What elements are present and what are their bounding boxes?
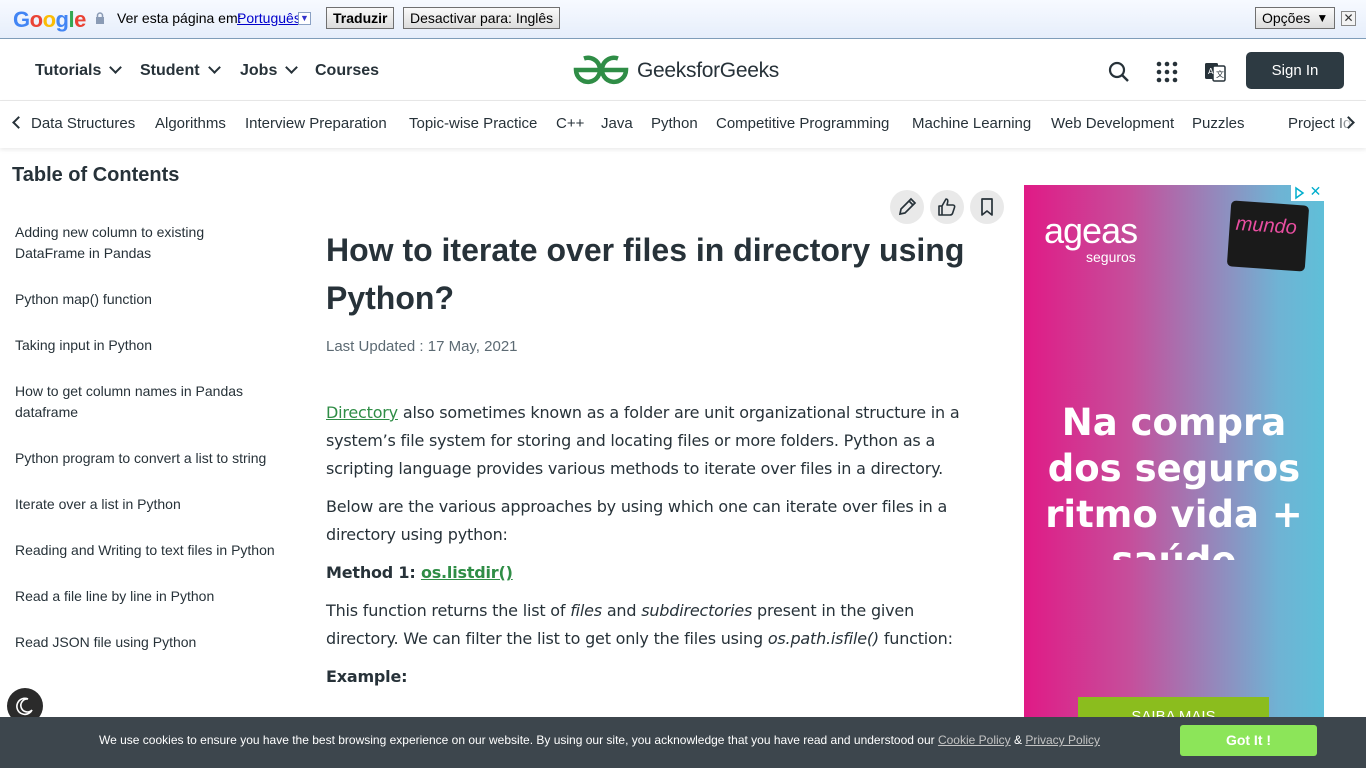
close-translate-button[interactable]: ✕ xyxy=(1341,11,1356,26)
topic-competitive-programming[interactable]: Competitive Programming xyxy=(716,115,889,132)
lock-icon xyxy=(96,12,104,24)
logo-text[interactable]: GeeksforGeeks xyxy=(637,59,779,83)
translate-button[interactable]: Traduzir xyxy=(326,7,395,29)
paragraph-text: and xyxy=(601,601,642,620)
cookie-amp: & xyxy=(1010,733,1026,747)
privacy-policy-link[interactable]: Privacy Policy xyxy=(1025,733,1100,747)
scroll-left-icon[interactable] xyxy=(12,116,25,129)
nav-tutorials[interactable]: Tutorials xyxy=(35,61,123,80)
topic-topic-wise-practice[interactable]: Topic-wise Practice xyxy=(409,115,537,132)
topic-web-development[interactable]: Web Development xyxy=(1051,115,1174,132)
google-logo: Google xyxy=(13,7,86,32)
ad-brand: ageas xyxy=(1044,210,1138,251)
edit-button[interactable] xyxy=(890,190,924,224)
play-icon xyxy=(1295,186,1305,200)
nav-label: Tutorials xyxy=(35,62,102,79)
nav-courses[interactable]: Courses xyxy=(315,62,379,80)
nav-label: Student xyxy=(140,62,200,79)
dropdown-arrow-icon[interactable]: ▼ xyxy=(298,12,311,25)
translate-prompt: Ver esta página em: xyxy=(117,10,242,26)
site-header: Tutorials Student Jobs Courses GeeksforG… xyxy=(0,40,1366,101)
toc-item[interactable]: Read JSON file using Python xyxy=(15,632,275,653)
listdir-link[interactable]: os.listdir() xyxy=(421,563,513,582)
nav-label: Jobs xyxy=(240,62,278,79)
language-select[interactable]: Português xyxy=(237,10,301,26)
topic-machine-learning[interactable]: Machine Learning xyxy=(912,115,1031,132)
emphasis-files: files xyxy=(570,601,602,620)
topic-python[interactable]: Python xyxy=(651,115,698,132)
toc-item[interactable]: Python map() function xyxy=(15,289,275,310)
toc-item[interactable]: Reading and Writing to text files in Pyt… xyxy=(15,540,275,561)
adchoices-icon[interactable] xyxy=(1291,185,1307,201)
chevron-down-icon xyxy=(285,61,299,74)
toc-item[interactable]: How to get column names in Pandas datafr… xyxy=(15,381,275,423)
advertisement[interactable]: ageas seguros mundo Na compra dos seguro… xyxy=(1024,185,1324,725)
directory-link[interactable]: Directory xyxy=(326,403,398,422)
chevron-down-icon xyxy=(207,61,221,74)
like-icon xyxy=(938,198,956,216)
last-updated: Last Updated : 17 May, 2021 xyxy=(326,338,518,355)
article-title: How to iterate over files in directory u… xyxy=(326,232,965,316)
topic-puzzles[interactable]: Puzzles xyxy=(1192,115,1245,132)
edit-icon xyxy=(898,197,917,216)
method-label: Method 1: xyxy=(326,563,421,582)
translate-bar: Google Ver esta página em: Português ▼ T… xyxy=(0,0,1366,39)
topic-bar: Data Structures Algorithms Interview Pre… xyxy=(0,101,1366,148)
options-label: Opções xyxy=(1262,10,1311,26)
apps-grid-icon[interactable] xyxy=(1155,60,1179,84)
cookie-banner: We use cookies to ensure you have the be… xyxy=(0,717,1366,768)
ad-card-text: mundo xyxy=(1235,212,1298,239)
method-heading: Method 1: os.listdir() xyxy=(326,559,976,587)
chevron-down-icon xyxy=(109,61,123,74)
nav-jobs[interactable]: Jobs xyxy=(240,61,299,80)
bookmark-icon xyxy=(981,198,993,216)
topic-algorithms[interactable]: Algorithms xyxy=(155,115,226,132)
toc-item[interactable]: Adding new column to existing DataFrame … xyxy=(15,222,275,264)
toc-item[interactable]: Iterate over a list in Python xyxy=(15,494,275,515)
article-body: Directory also sometimes known as a fold… xyxy=(326,399,976,701)
paragraph: Below are the various approaches by usin… xyxy=(326,497,948,544)
got-it-button[interactable]: Got It ! xyxy=(1180,725,1317,756)
emphasis-subdirectories: subdirectories xyxy=(641,601,753,620)
topic-data-structures[interactable]: Data Structures xyxy=(31,115,135,132)
ad-brand-sub: seguros xyxy=(1086,249,1136,265)
sign-in-button[interactable]: Sign In xyxy=(1246,52,1344,89)
chevron-down-icon: ▼ xyxy=(1316,11,1329,25)
cookie-text: We use cookies to ensure you have the be… xyxy=(99,733,1100,747)
topic-cpp[interactable]: C++ xyxy=(556,115,584,132)
search-icon[interactable] xyxy=(1107,60,1131,84)
paragraph-text: function: xyxy=(878,629,953,648)
toc-title: Table of Contents xyxy=(12,164,180,186)
bookmark-button[interactable] xyxy=(970,190,1004,224)
topic-java[interactable]: Java xyxy=(601,115,633,132)
paragraph: Directory also sometimes known as a fold… xyxy=(326,399,976,483)
topic-interview-preparation[interactable]: Interview Preparation xyxy=(245,115,387,132)
toc-item[interactable]: Taking input in Python xyxy=(15,335,275,356)
svg-text:文: 文 xyxy=(1216,69,1224,79)
gfg-logo-icon[interactable] xyxy=(572,54,630,86)
nav-student[interactable]: Student xyxy=(140,61,221,80)
paragraph: This function returns the list of files … xyxy=(326,597,976,653)
cookie-policy-link[interactable]: Cookie Policy xyxy=(938,733,1011,747)
translate-icon[interactable]: A 文 xyxy=(1203,60,1227,84)
disable-translate-button[interactable]: Desactivar para: Inglês xyxy=(403,7,561,29)
paragraph-text: also sometimes known as a folder are uni… xyxy=(326,403,960,478)
toc-item[interactable]: Python program to convert a list to stri… xyxy=(15,448,275,469)
emphasis-isfile: os.path.isfile() xyxy=(767,629,879,648)
ad-close-button[interactable]: ✕ xyxy=(1307,185,1324,201)
ad-card-image: mundo xyxy=(1226,200,1310,272)
like-button[interactable] xyxy=(930,190,964,224)
toc-list: Adding new column to existing DataFrame … xyxy=(15,222,275,678)
options-button[interactable]: Opções ▼ xyxy=(1255,7,1336,29)
cookie-message: We use cookies to ensure you have the be… xyxy=(99,733,938,747)
ad-headline: Na compra dos seguros ritmo vida + saúde xyxy=(1045,401,1303,560)
svg-text:A: A xyxy=(1208,67,1214,76)
toc-item[interactable]: Read a file line by line in Python xyxy=(15,586,275,607)
example-label: Example: xyxy=(326,667,408,686)
paragraph-text: This function returns the list of xyxy=(326,601,571,620)
